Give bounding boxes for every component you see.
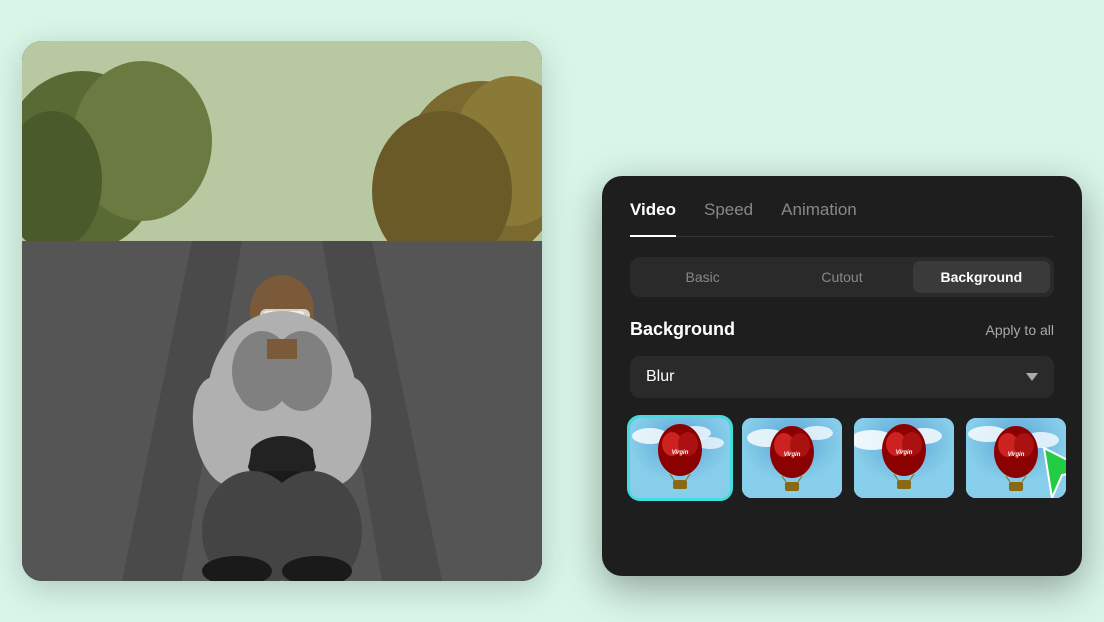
thumbnail-3[interactable]: Virgin — [854, 418, 954, 498]
main-container: Video Speed Animation Basic Cutout Backg… — [22, 26, 1082, 596]
blur-dropdown[interactable]: Blur — [630, 356, 1054, 398]
tab-animation[interactable]: Animation — [781, 200, 857, 226]
scene-bg-svg — [22, 41, 542, 581]
svg-text:Virgin: Virgin — [896, 450, 913, 456]
balloon-svg-2: Virgin — [742, 418, 842, 498]
sub-tab-basic[interactable]: Basic — [634, 261, 771, 293]
balloon-scene-1: Virgin — [630, 418, 730, 498]
sub-tab-cutout[interactable]: Cutout — [773, 261, 910, 293]
background-image — [22, 41, 542, 581]
svg-text:Virgin: Virgin — [784, 452, 801, 458]
balloon-scene-2: Virgin — [742, 418, 842, 498]
balloon-svg-1: Virgin — [630, 418, 730, 498]
tab-video[interactable]: Video — [630, 200, 676, 226]
thumbnail-4[interactable]: Virgin — [966, 418, 1066, 498]
apply-all-link[interactable]: Apply to all — [986, 322, 1054, 338]
sub-tab-background[interactable]: Background — [913, 261, 1050, 293]
balloon-svg-3: Virgin — [854, 418, 954, 498]
thumbnails-row: Virgin — [630, 418, 1054, 498]
section-header: Background Apply to all — [630, 319, 1054, 340]
svg-text:Virgin: Virgin — [672, 450, 689, 456]
tab-speed[interactable]: Speed — [704, 200, 753, 226]
thumbnail-2[interactable]: Virgin — [742, 418, 842, 498]
balloon-scene-3: Virgin — [854, 418, 954, 498]
cursor-arrow-icon — [1034, 443, 1066, 498]
thumbnail-1[interactable]: Virgin — [630, 418, 730, 498]
settings-panel: Video Speed Animation Basic Cutout Backg… — [602, 176, 1082, 576]
svg-text:Virgin: Virgin — [1008, 452, 1025, 458]
chevron-down-icon — [1026, 373, 1038, 381]
tabs-row: Video Speed Animation — [630, 200, 1054, 237]
section-title: Background — [630, 319, 735, 340]
dropdown-label: Blur — [646, 368, 674, 386]
photo-card — [22, 41, 542, 581]
sub-tabs-row: Basic Cutout Background — [630, 257, 1054, 297]
